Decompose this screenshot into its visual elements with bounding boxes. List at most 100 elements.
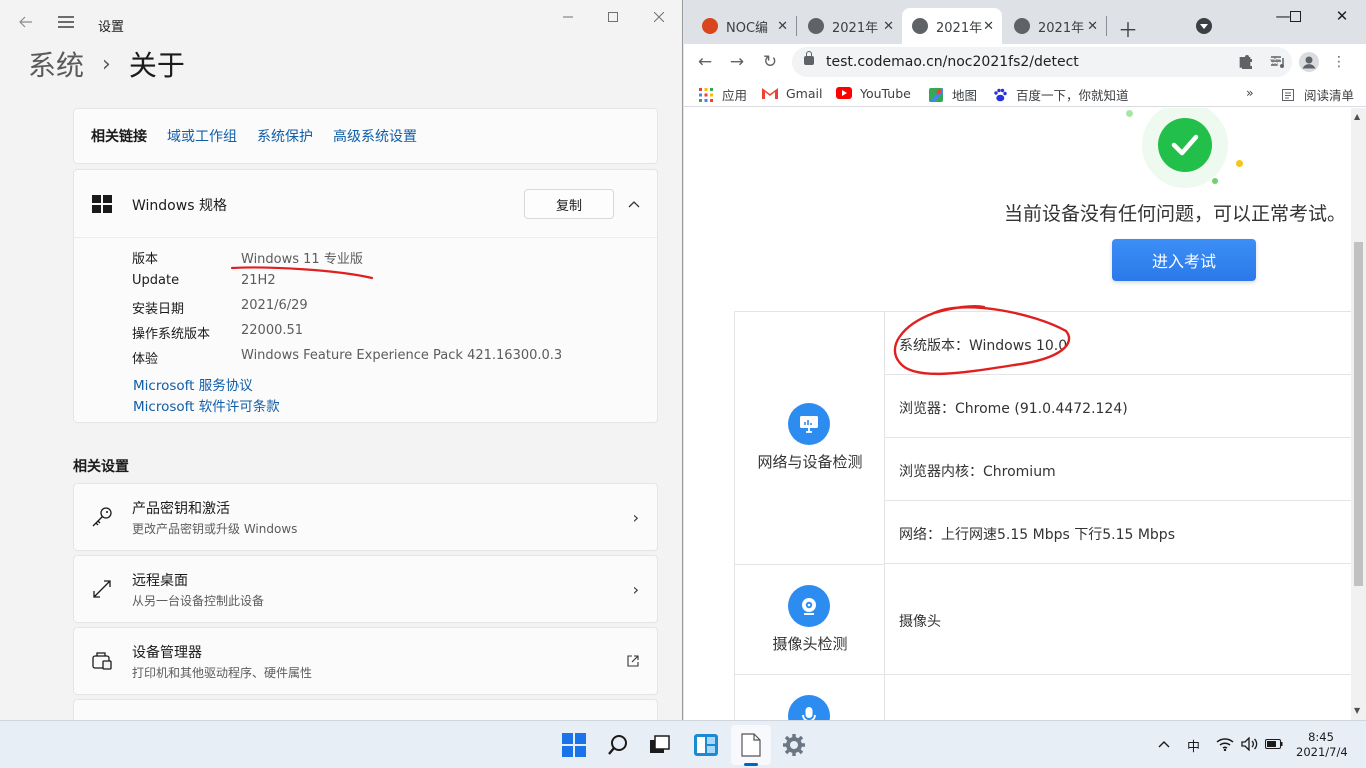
bookmark-baidu[interactable]: 百度一下，你就知道 xyxy=(992,85,1129,104)
windows-spec-header[interactable]: Windows 规格 复制 xyxy=(74,170,657,238)
related-links-card: 相关链接 域或工作组 系统保护 高级系统设置 xyxy=(73,108,658,164)
lock-icon[interactable] xyxy=(804,51,814,65)
detect-value: 浏览器：Chrome (91.0.4472.124) xyxy=(899,401,1128,417)
taskbar: 中 8:45 2021/7/4 xyxy=(0,720,1366,768)
back-arrow-icon[interactable] xyxy=(14,10,38,34)
active-app-indicator xyxy=(744,763,758,766)
scroll-down-icon[interactable]: ▼ xyxy=(1354,706,1360,715)
setting-product-key[interactable]: 产品密钥和激活 更改产品密钥或升级 Windows › xyxy=(73,483,658,551)
battery-icon[interactable] xyxy=(1265,738,1283,752)
tray-chevron-up-icon[interactable] xyxy=(1158,737,1170,751)
clock-date: 2021/7/4 xyxy=(1296,745,1348,759)
link-system-protection[interactable]: 系统保护 xyxy=(257,126,313,146)
tab-2021-active[interactable]: 2021年 ✕ xyxy=(902,8,1002,44)
reload-icon[interactable]: ↻ xyxy=(759,51,781,73)
bookmarks-bar: 应用 Gmail YouTube 地图 百度一下，你就知道 » 阅读清单 xyxy=(684,80,1366,107)
remote-desktop-icon xyxy=(90,577,114,601)
page-scrollbar[interactable]: ▲ ▼ xyxy=(1351,108,1366,720)
noc-favicon xyxy=(702,18,718,34)
tab-title: 2021年 xyxy=(1038,20,1085,36)
spec-value: Windows Feature Experience Pack 421.1630… xyxy=(241,348,563,363)
scroll-up-icon[interactable]: ▲ xyxy=(1354,112,1360,121)
detect-value: 摄像头 xyxy=(899,614,941,630)
ime-indicator[interactable]: 中 xyxy=(1187,736,1200,755)
status-message: 当前设备没有任何问题，可以正常考试。 xyxy=(1004,203,1347,225)
bookmark-maps[interactable]: 地图 xyxy=(928,85,977,104)
tab-close-icon[interactable]: ✕ xyxy=(883,19,894,34)
chevron-up-icon[interactable] xyxy=(624,192,644,216)
link-microsoft-license-terms[interactable]: Microsoft 软件许可条款 xyxy=(133,395,280,415)
bookmarks-overflow-icon[interactable]: » xyxy=(1246,85,1254,100)
address-bar[interactable]: test.codemao.cn/noc2021fs2/detect ■ ☆ xyxy=(792,47,1292,77)
tab-2021-c[interactable]: 2021年 ✕ xyxy=(1004,8,1106,44)
link-advanced-system-settings[interactable]: 高级系统设置 xyxy=(333,126,417,146)
forward-icon[interactable]: → xyxy=(726,51,748,73)
key-icon xyxy=(90,505,114,529)
system-clock[interactable]: 8:45 2021/7/4 xyxy=(1296,730,1348,760)
detect-row-os: 系统版本：Windows 10.0 xyxy=(885,312,1351,375)
volume-icon[interactable] xyxy=(1241,736,1259,754)
detect-value: 网络：上行网速5.15 Mbps 下行5.15 Mbps xyxy=(899,527,1175,543)
copy-button[interactable]: 复制 xyxy=(524,189,614,219)
start-windows-icon[interactable] xyxy=(560,731,588,759)
new-tab-plus-icon[interactable]: ＋ xyxy=(1118,14,1138,43)
link-domain-workgroup[interactable]: 域或工作组 xyxy=(167,126,237,146)
back-icon[interactable]: ← xyxy=(694,51,716,73)
decor-dot xyxy=(1236,160,1243,167)
close-button[interactable] xyxy=(636,6,682,28)
tab-2021-a[interactable]: 2021年 ✕ xyxy=(798,8,902,44)
bookmark-youtube[interactable]: YouTube xyxy=(836,85,911,101)
tab-title: 2021年 xyxy=(936,20,983,36)
detect-row-browser: 浏览器：Chrome (91.0.4472.124) xyxy=(885,375,1351,438)
tab-search-chevron-icon[interactable] xyxy=(1196,18,1212,34)
tab-close-icon[interactable]: ✕ xyxy=(1087,19,1098,34)
tab-noc[interactable]: NOC编 ✕ xyxy=(692,8,796,44)
link-microsoft-services-agreement[interactable]: Microsoft 服务协议 xyxy=(133,374,253,394)
search-icon[interactable] xyxy=(604,731,632,759)
breadcrumb-system[interactable]: 系统 xyxy=(28,44,84,84)
globe-favicon xyxy=(912,18,928,34)
minimize-button[interactable] xyxy=(545,6,591,28)
detect-value: 浏览器内核：Chromium xyxy=(899,464,1056,480)
spec-value: 21H2 xyxy=(241,273,276,288)
reading-list-button[interactable]: 阅读清单 xyxy=(1280,85,1354,104)
detect-value: 系统版本：Windows 10.0 xyxy=(899,338,1068,354)
bookmark-gmail[interactable]: Gmail xyxy=(762,85,822,101)
chrome-close-icon[interactable]: ✕ xyxy=(1327,5,1357,27)
widgets-icon[interactable] xyxy=(692,731,720,759)
setting-device-manager[interactable]: 设备管理器 打印机和其他驱动程序、硬件属性 xyxy=(73,627,658,695)
tab-close-icon[interactable]: ✕ xyxy=(777,19,788,34)
chrome-maximize-icon[interactable] xyxy=(1280,5,1310,27)
scroll-thumb[interactable] xyxy=(1354,242,1363,586)
kebab-menu-icon[interactable]: ⋮ xyxy=(1329,52,1349,72)
setting-subtitle: 打印机和其他驱动程序、硬件属性 xyxy=(132,665,313,680)
group-network-device: 网络与设备检测 xyxy=(735,312,885,565)
detect-row-camera: 摄像头 xyxy=(885,565,1351,675)
enter-exam-button[interactable]: 进入考试 xyxy=(1112,239,1256,281)
notepad-file-icon[interactable] xyxy=(737,731,765,759)
extensions-icon[interactable] xyxy=(1237,52,1257,72)
setting-remote-desktop[interactable]: 远程桌面 从另一台设备控制此设备 › xyxy=(73,555,658,623)
media-control-icon[interactable] xyxy=(1268,52,1288,72)
external-link-icon xyxy=(627,652,639,671)
setting-text: 设备管理器 打印机和其他驱动程序、硬件属性 xyxy=(132,642,312,681)
url-text[interactable]: test.codemao.cn/noc2021fs2/detect xyxy=(826,54,1079,70)
bookmark-label: 百度一下，你就知道 xyxy=(1016,88,1129,103)
setting-text: 远程桌面 从另一台设备控制此设备 xyxy=(132,570,264,609)
windows-spec-title: Windows 规格 xyxy=(132,198,227,214)
apps-grid-icon xyxy=(698,87,714,103)
bookmark-label: 地图 xyxy=(952,88,978,103)
setting-row-partial[interactable] xyxy=(73,699,658,720)
profile-avatar-icon[interactable] xyxy=(1299,52,1319,72)
wifi-icon[interactable] xyxy=(1216,737,1234,754)
hamburger-menu-icon[interactable] xyxy=(54,10,78,34)
chrome-window: NOC编 ✕ 2021年 ✕ 2021年 ✕ 2021年 ✕ ＋ — ✕ ← → xyxy=(684,0,1366,720)
maximize-button[interactable] xyxy=(590,6,636,28)
settings-gear-icon[interactable] xyxy=(780,731,808,759)
tab-separator xyxy=(1106,16,1107,36)
tab-close-icon[interactable]: ✕ xyxy=(983,19,994,34)
chevron-right-icon: › xyxy=(632,579,639,599)
bookmark-apps[interactable]: 应用 xyxy=(698,85,747,104)
task-view-icon[interactable] xyxy=(646,731,674,759)
setting-title: 产品密钥和激活 xyxy=(132,500,230,517)
